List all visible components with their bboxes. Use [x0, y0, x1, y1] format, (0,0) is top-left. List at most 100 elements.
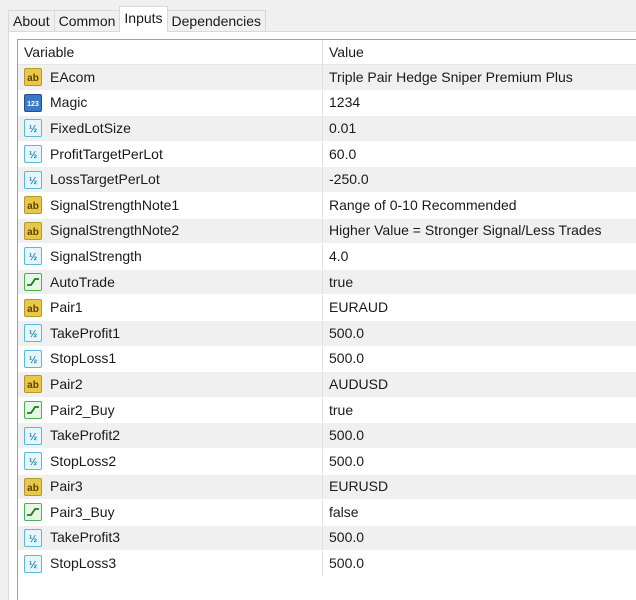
variable-cell: ½ ProfitTargetPerLot [18, 141, 323, 167]
variable-name: TakeProfit1 [50, 324, 121, 341]
double-fraction-icon: ½ [24, 528, 42, 547]
value-cell[interactable]: true [323, 270, 636, 295]
value-text: true [329, 273, 354, 290]
value-cell[interactable]: 500.0 [323, 321, 636, 346]
value-cell[interactable]: false [323, 500, 636, 525]
inputs-panel: Variable Value ab EAcom Triple Pair Hedge … [8, 31, 636, 600]
value-cell[interactable]: EURAUD [323, 295, 636, 320]
variable-name: Pair3 [50, 478, 83, 495]
double-fraction-icon: ½ [24, 426, 42, 445]
value-text: 500.0 [329, 350, 365, 367]
value-text: Triple Pair Hedge Sniper Premium Plus [329, 68, 573, 85]
variable-name: Magic [50, 94, 88, 111]
value-text: 500.0 [329, 555, 365, 572]
double-fraction-icon: ½ [24, 247, 42, 266]
table-row[interactable]: ½ TakeProfit2 500.0 [18, 423, 636, 449]
value-text: 500.0 [329, 427, 365, 444]
table-row[interactable]: ½ TakeProfit1 500.0 [18, 320, 636, 347]
svg-text:ab: ab [27, 227, 39, 238]
table-row[interactable]: ½ ProfitTargetPerLot 60.0 [18, 141, 636, 168]
table-row[interactable]: ½ FixedLotSize 0.01 [18, 116, 636, 142]
table-row[interactable]: ab EAcom Triple Pair Hedge Sniper Premium … [18, 65, 636, 91]
value-text: 60.0 [329, 145, 357, 162]
variable-name: AutoTrade [50, 273, 115, 290]
table-row[interactable]: 123 Magic 1234 [18, 90, 636, 117]
table-row[interactable]: ½ LossTargetPerLot -250.0 [18, 167, 636, 193]
variable-name: StopLoss3 [50, 555, 117, 572]
variable-cell: ½ StopLoss2 [18, 448, 323, 474]
variable-name: TakeProfit3 [50, 529, 121, 546]
svg-text:½: ½ [29, 176, 37, 187]
table-row[interactable]: ½ TakeProfit3 500.0 [18, 525, 636, 552]
value-cell[interactable]: 500.0 [323, 423, 636, 448]
properties-window: About Common Inputs Dependencies Variabl… [0, 0, 636, 600]
svg-text:ab: ab [27, 483, 39, 494]
svg-text:½: ½ [29, 252, 37, 263]
svg-text:½: ½ [29, 560, 37, 571]
table-row[interactable]: ½ StopLoss2 500.0 [18, 448, 636, 475]
column-header-variable[interactable]: Variable [18, 40, 323, 64]
inputs-grid: Variable Value ab EAcom Triple Pair Hedge … [17, 39, 636, 600]
variable-cell: ab SignalStrengthNote1 [18, 192, 323, 218]
tab-common[interactable]: Common [53, 10, 121, 32]
variable-name: EAcom [50, 68, 96, 85]
tab-inputs[interactable]: Inputs [119, 6, 168, 32]
value-cell[interactable]: 500.0 [323, 526, 636, 551]
svg-text:½: ½ [29, 534, 37, 545]
string-ab-icon: ab [24, 68, 42, 87]
table-row[interactable]: Pair2_Buy true [18, 397, 636, 424]
value-text: EURUSD [329, 478, 389, 495]
string-ab-icon: ab [24, 298, 42, 317]
variable-cell: Pair2_Buy [18, 397, 323, 423]
value-cell[interactable]: 1234 [323, 91, 636, 116]
table-row[interactable]: ab SignalStrengthNote1 Range of 0-10 Recom… [18, 192, 636, 219]
value-cell[interactable]: -250.0 [323, 167, 636, 192]
value-cell[interactable]: AUDUSD [323, 372, 636, 397]
value-text: Range of 0-10 Recommended [329, 196, 517, 213]
variable-name: SignalStrengthNote2 [50, 222, 180, 239]
svg-text:ab: ab [27, 73, 39, 84]
value-cell[interactable]: true [323, 398, 636, 423]
tab-dependencies[interactable]: Dependencies [166, 10, 267, 32]
table-row[interactable]: Pair3_Buy false [18, 500, 636, 526]
table-row[interactable]: ½ StopLoss3 500.0 [18, 551, 636, 577]
table-row[interactable]: ½ StopLoss1 500.0 [18, 346, 636, 373]
svg-text:½: ½ [29, 355, 37, 366]
value-text: AUDUSD [329, 375, 389, 392]
svg-text:½: ½ [29, 124, 37, 135]
double-fraction-icon: ½ [24, 349, 42, 368]
value-cell[interactable]: 500.0 [323, 551, 636, 576]
tab-about[interactable]: About [8, 10, 55, 32]
svg-text:½: ½ [29, 432, 37, 443]
double-fraction-icon: ½ [24, 452, 42, 471]
svg-text:ab: ab [27, 201, 39, 212]
value-cell[interactable]: 4.0 [323, 244, 636, 269]
table-row[interactable]: ab Pair2 AUDUSD [18, 372, 636, 398]
value-cell[interactable]: Higher Value = Stronger Signal/Less Trad… [323, 219, 636, 244]
value-cell[interactable]: 60.0 [323, 142, 636, 167]
variable-cell: ab SignalStrengthNote2 [18, 218, 323, 244]
table-row[interactable]: AutoTrade true [18, 269, 636, 296]
variable-name: Pair2_Buy [50, 401, 115, 418]
value-cell[interactable]: 500.0 [323, 449, 636, 474]
variable-name: Pair2 [50, 375, 83, 392]
grid-header: Variable Value [18, 40, 636, 65]
value-text: -250.0 [329, 171, 369, 188]
table-row[interactable]: ½ SignalStrength 4.0 [18, 244, 636, 270]
value-cell[interactable]: Range of 0-10 Recommended [323, 193, 636, 218]
double-fraction-icon: ½ [24, 145, 42, 164]
double-fraction-icon: ½ [24, 119, 42, 138]
table-row[interactable]: ab SignalStrengthNote2 Higher Value = Stro… [18, 218, 636, 245]
variable-cell: ab Pair2 [18, 372, 323, 397]
variable-cell: ½ TakeProfit3 [18, 525, 323, 551]
value-cell[interactable]: EURUSD [323, 475, 636, 500]
table-row[interactable]: ab Pair1 EURAUD [18, 295, 636, 321]
variable-cell: ½ StopLoss1 [18, 346, 323, 372]
value-cell[interactable]: 0.01 [323, 116, 636, 141]
variable-name: Pair3_Buy [50, 503, 115, 520]
value-cell[interactable]: 500.0 [323, 347, 636, 372]
table-row[interactable]: ab Pair3 EURUSD [18, 474, 636, 501]
value-cell[interactable]: Triple Pair Hedge Sniper Premium Plus [323, 65, 636, 90]
column-header-value[interactable]: Value [323, 40, 636, 64]
value-text: Higher Value = Stronger Signal/Less Trad… [329, 222, 602, 239]
